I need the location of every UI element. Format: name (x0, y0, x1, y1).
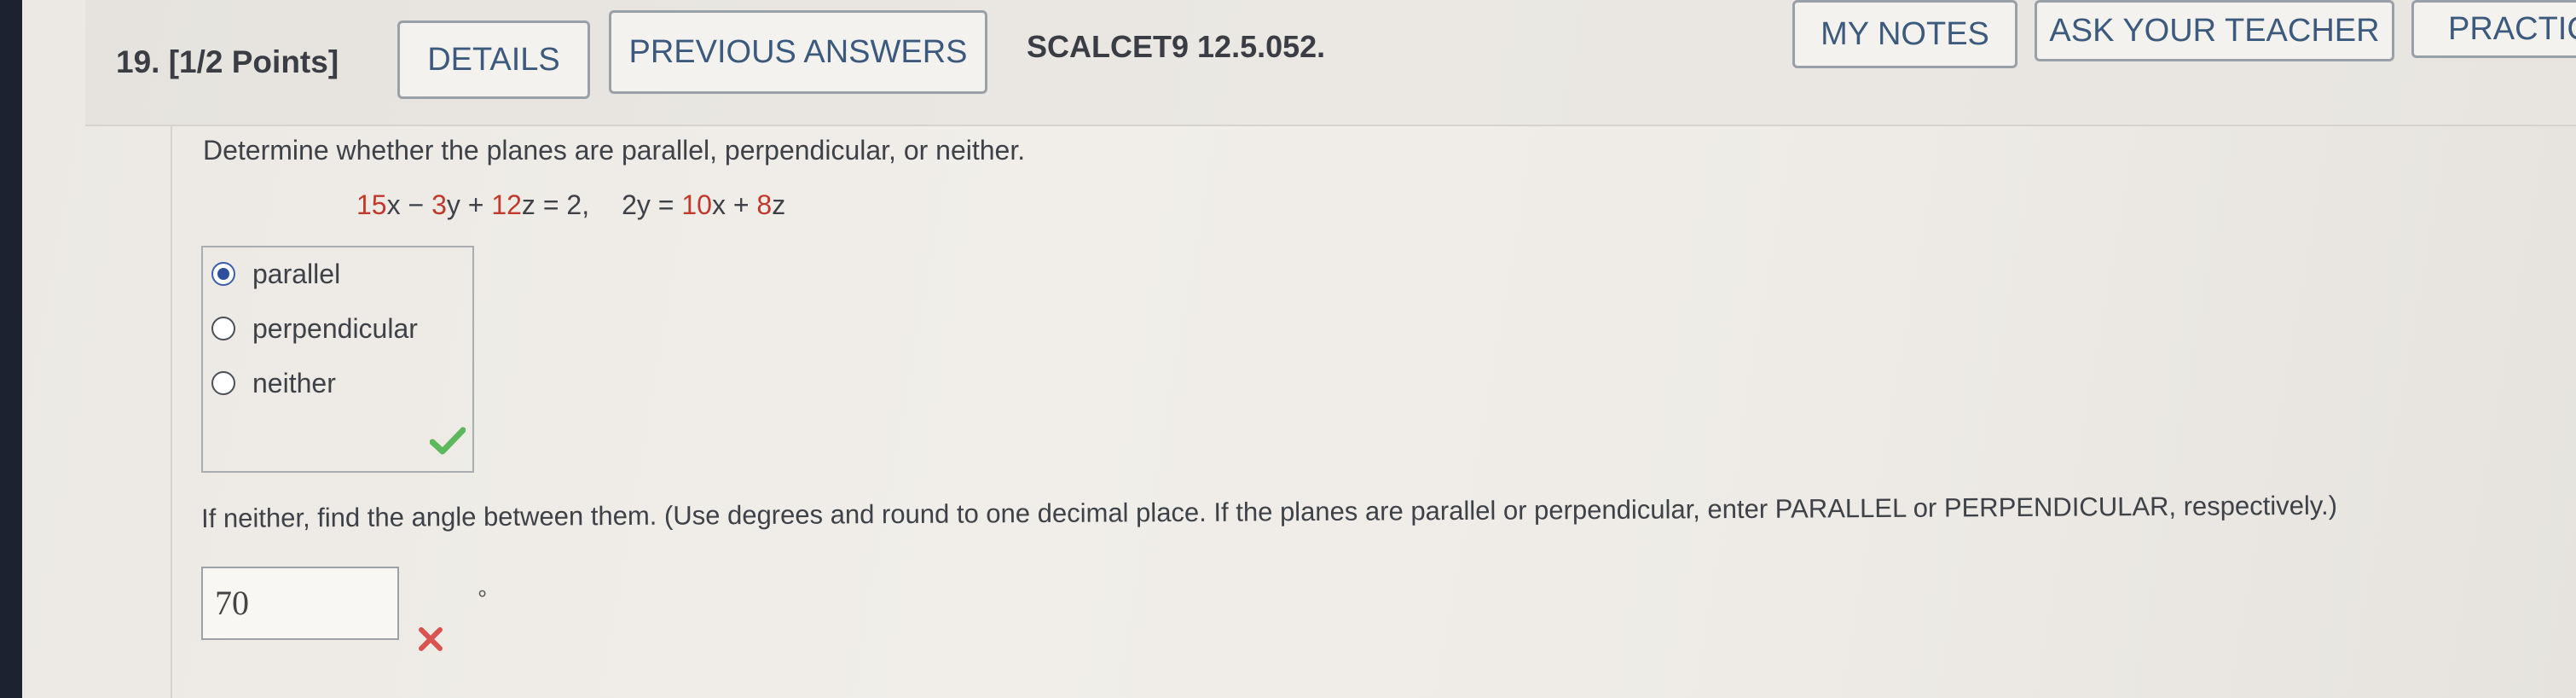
eq-term-2: y + (446, 189, 492, 220)
choice-label-neither: neither (252, 367, 336, 398)
choice-label-perpendicular: perpendicular (252, 312, 418, 344)
question-number: 19. [1/2 Points] (116, 44, 339, 80)
eq-term-6: z (772, 189, 786, 220)
incorrect-x-icon (419, 627, 443, 651)
ask-teacher-button[interactable]: ASK YOUR TEACHER (2035, 0, 2394, 61)
choice-label-parallel: parallel (252, 258, 341, 289)
radio-perpendicular[interactable] (211, 317, 235, 340)
course-code: SCALCET9 12.5.052. (1027, 29, 1326, 64)
correct-check-icon (430, 427, 466, 455)
eq-term-5: x + (711, 189, 757, 220)
choice-perpendicular[interactable]: perpendicular (203, 307, 418, 350)
details-button[interactable]: DETAILS (397, 20, 590, 99)
eq-term-4: 2y = (622, 189, 682, 220)
question-prompt: Determine whether the planes are paralle… (203, 135, 1026, 166)
plane-equations: 15x − 3y + 12z = 2, 2y = 10x + 8z (356, 189, 785, 221)
coef-5: 8 (756, 189, 773, 220)
question-number-label: 19. (116, 44, 160, 79)
choice-parallel[interactable]: parallel (203, 253, 340, 295)
coef-2: 3 (431, 189, 447, 220)
eq-term-3: z = 2, (521, 189, 590, 220)
coef-4: 10 (681, 189, 712, 220)
angle-answer-input[interactable]: 70 (201, 567, 399, 640)
eq-term-1: x − (386, 189, 432, 220)
my-notes-button[interactable]: MY NOTES (1792, 0, 2017, 68)
radio-neither[interactable] (211, 371, 235, 395)
answer-choices: parallel perpendicular neither (201, 246, 474, 473)
radio-parallel[interactable] (211, 262, 235, 286)
coef-3: 12 (491, 189, 522, 220)
choice-neither[interactable]: neither (203, 362, 336, 404)
points-label: [1/2 Points] (168, 44, 339, 79)
previous-answers-button[interactable]: PREVIOUS ANSWERS (609, 10, 987, 94)
degree-unit: ° (478, 585, 488, 612)
coef-1: 15 (356, 189, 387, 220)
practice-button[interactable]: PRACTICE (2411, 0, 2576, 58)
